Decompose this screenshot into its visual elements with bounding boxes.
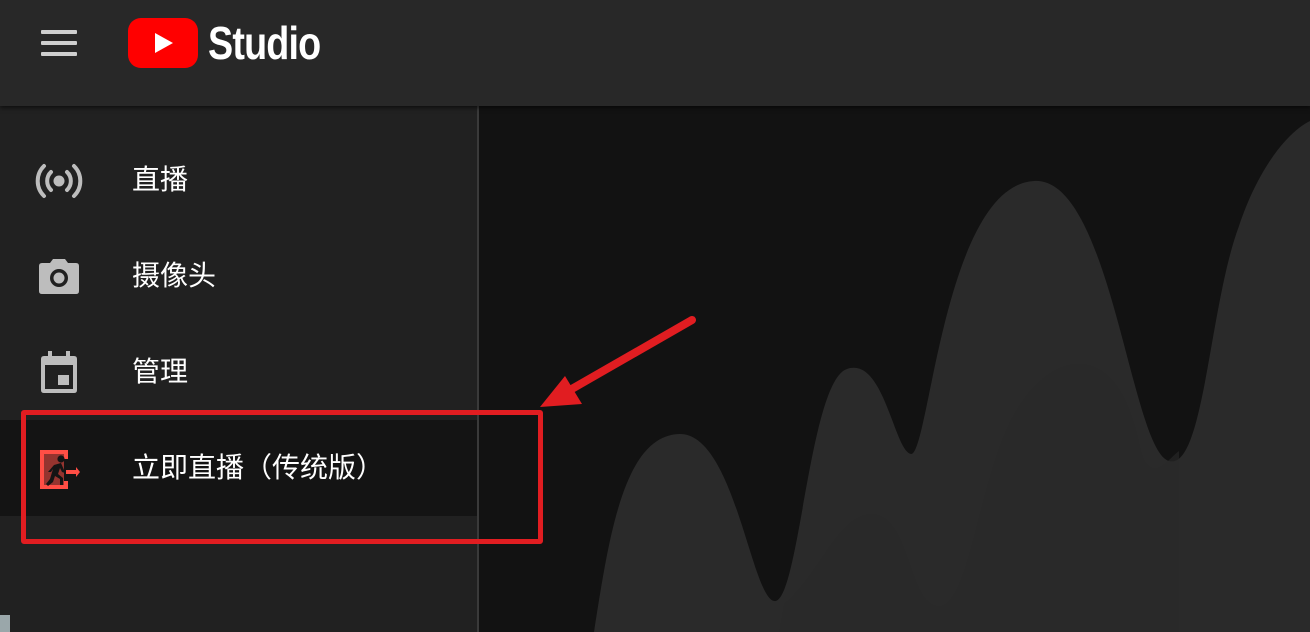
top-app-bar: Studio <box>0 0 1310 106</box>
sidebar-nav: 直播 摄像头 管理 立即直播（传统版） <box>0 106 477 632</box>
hamburger-menu-icon[interactable] <box>36 26 82 60</box>
sidebar-item-live[interactable]: 直播 <box>0 132 477 228</box>
camera-icon <box>39 259 79 294</box>
sidebar-divider <box>477 106 479 632</box>
sidebar-item-label: 摄像头 <box>132 259 217 292</box>
studio-logo[interactable]: Studio <box>128 17 345 69</box>
calendar-icon <box>41 351 77 393</box>
exit-running-person-icon <box>40 450 80 489</box>
background-wave-illustration <box>594 121 1310 632</box>
sidebar-item-label: 立即直播（传统版） <box>132 451 385 484</box>
studio-app: Studio 直播 摄像头 管理 立即直播（传统版） <box>0 0 1310 632</box>
sidebar-item-manage[interactable]: 管理 <box>0 324 477 420</box>
sidebar-item-label: 管理 <box>132 355 189 388</box>
youtube-play-logo-icon <box>128 18 198 68</box>
sidebar-item-camera[interactable]: 摄像头 <box>0 228 477 324</box>
brand-name: Studio <box>208 17 321 69</box>
sidebar-item-go-live-classic[interactable]: 立即直播（传统版） <box>0 420 477 516</box>
sidebar-item-label: 直播 <box>132 163 189 196</box>
main-content-area <box>479 106 1310 632</box>
broadcast-icon <box>35 164 83 198</box>
scrollbar-thumb[interactable] <box>0 615 10 632</box>
